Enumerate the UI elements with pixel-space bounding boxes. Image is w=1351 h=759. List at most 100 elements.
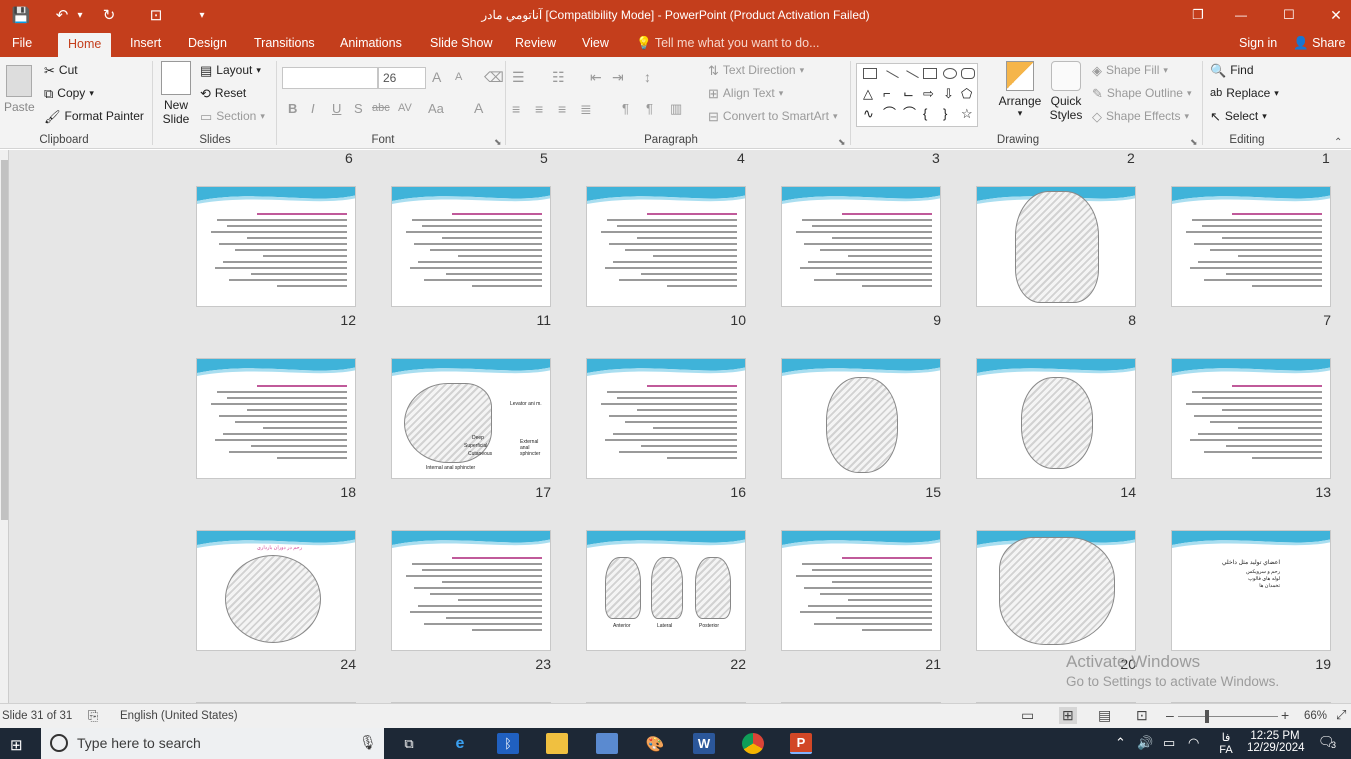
start-slideshow-icon[interactable]: ⊡ [145,4,167,26]
slide-sorter-view-icon[interactable]: ⊞ [1059,707,1077,724]
clock[interactable]: 12:25 PM 12/29/2024 [1247,730,1305,754]
windows-start-icon[interactable]: ⊞ [10,736,23,754]
slide-thumbnail[interactable] [781,358,941,479]
paragraph-dialog-launcher-icon[interactable]: ⬊ [838,137,846,148]
numbering-icon[interactable]: ☷ [552,69,565,86]
zoom-slider-track[interactable] [1178,716,1278,717]
undo-dropdown-icon[interactable]: ▾ [74,4,86,26]
brace-right-shape-icon[interactable]: } [943,107,957,120]
redo-icon[interactable]: ↻ [99,4,119,26]
font-dialog-launcher-icon[interactable]: ⬊ [494,137,502,148]
rounded-rectangle-shape-icon[interactable] [961,68,975,79]
slide-thumbnail[interactable] [976,530,1136,651]
arrow-shape-icon[interactable] [901,70,919,87]
bluetooth-icon[interactable]: ᛒ [497,733,519,754]
slide-thumbnail[interactable]: رحم در دوران بارداري [196,530,356,651]
slide-thumbnail[interactable] [1171,358,1331,479]
bullets-icon[interactable]: ☰ [512,69,525,86]
slide-thumbnail[interactable] [391,530,551,651]
wifi-icon[interactable]: ◠ [1188,735,1199,751]
oval-shape-icon[interactable] [943,68,957,79]
rtl-icon[interactable]: ¶ [646,101,653,116]
star-shape-icon[interactable]: ☆ [961,107,975,120]
change-case-button[interactable]: Aa [428,101,444,116]
sign-in-link[interactable]: Sign in [1239,36,1277,50]
tab-home[interactable]: Home [58,33,112,57]
tab-insert[interactable]: Insert [130,36,161,50]
slide-thumbnail[interactable] [586,186,746,307]
input-language[interactable]: فا FA [1218,731,1234,756]
line-spacing-icon[interactable]: ↕ [644,69,651,85]
elbow-arrow-icon[interactable]: ⌙ [903,87,917,100]
underline-button[interactable]: U [332,101,341,116]
paste-button[interactable]: Paste [4,65,35,114]
shape-fill-button[interactable]: ◈ Shape Fill ▾ [1092,63,1168,77]
slide-thumbnail[interactable] [586,358,746,479]
arc-shape-icon[interactable]: ⌒ [883,107,897,120]
tab-animations[interactable]: Animations [340,36,402,50]
clear-formatting-icon[interactable]: ⌫ [484,69,504,86]
slide-thumbnail[interactable] [196,186,356,307]
chrome-icon[interactable] [742,733,764,754]
shadow-button[interactable]: S [354,101,363,116]
align-left-icon[interactable]: ≡ [512,101,520,117]
tab-view[interactable]: View [582,36,609,50]
font-name-box[interactable] [282,67,378,89]
computer-icon[interactable] [596,733,618,754]
slide-thumbnail[interactable] [1171,186,1331,307]
slide-thumbnail[interactable] [781,186,941,307]
drawing-dialog-launcher-icon[interactable]: ⬊ [1190,137,1198,148]
normal-view-icon[interactable]: ▭ [1021,707,1034,724]
layout-button[interactable]: ▤ Layout ▾ [200,63,261,77]
shape-outline-button[interactable]: ✎ Shape Outline ▾ [1092,86,1192,100]
increase-indent-icon[interactable]: ⇥ [612,69,624,86]
ribbon-display-options-icon[interactable]: ❐ [1187,4,1209,26]
pentagon-shape-icon[interactable]: ⬠ [961,87,975,100]
grow-font-button[interactable]: A [432,69,441,85]
shrink-font-button[interactable]: A [455,71,462,83]
justify-icon[interactable]: ≣ [580,101,592,118]
tab-design[interactable]: Design [188,36,227,50]
align-right-icon[interactable]: ≡ [558,101,566,117]
slide-thumbnail[interactable] [196,358,356,479]
slide-thumbnail[interactable] [976,358,1136,479]
cut-button[interactable]: ✂ Cut [44,63,78,77]
shapes-gallery[interactable]: △ ⌐ ⌙ ⇨ ⇩ ⬠ ∿ ⌒ ⌒ { } ☆ [856,63,978,127]
reset-button[interactable]: ⟲ Reset [200,86,246,100]
columns-icon[interactable]: ▥ [670,101,682,117]
show-hidden-icons-icon[interactable]: ⌃ [1115,735,1126,751]
textbox-shape-icon[interactable] [863,68,877,79]
save-icon[interactable]: 💾 [10,4,32,26]
file-explorer-icon[interactable] [546,733,568,754]
tab-slide-show[interactable]: Slide Show [430,36,493,50]
down-arrow-shape-icon[interactable]: ⇩ [943,87,957,100]
tab-review[interactable]: Review [515,36,556,50]
font-color-button[interactable]: A [474,100,483,116]
paint-icon[interactable]: 🎨 [644,733,666,754]
find-button[interactable]: 🔍 Find [1210,63,1254,77]
align-text-button[interactable]: ⊞ Align Text ▾ [708,86,783,100]
microphone-icon[interactable]: 🎙 [359,734,377,751]
convert-smartart-button[interactable]: ⊟ Convert to SmartArt ▾ [708,109,837,123]
shape-effects-button[interactable]: ◇ Shape Effects ▾ [1092,109,1189,123]
powerpoint-icon[interactable]: P [790,733,812,754]
quick-styles-button[interactable]: Quick Styles [1044,61,1088,122]
rectangle-shape-icon[interactable] [923,68,937,79]
replace-button[interactable]: ab Replace ▾ [1210,86,1279,100]
ltr-icon[interactable]: ¶ [622,101,629,116]
format-painter-button[interactable]: 🖌 Format Painter [44,109,144,123]
select-button[interactable]: ↖ Select ▾ [1210,109,1267,123]
tell-me-search[interactable]: 💡 Tell me what you want to do... [636,36,820,51]
right-arrow-shape-icon[interactable]: ⇨ [923,87,937,100]
taskbar-search-box[interactable]: Type here to search 🎙 [41,728,384,759]
slide-thumbnail[interactable] [391,186,551,307]
slide-thumbnail[interactable] [976,186,1136,307]
reading-view-icon[interactable]: ▤ [1098,707,1111,724]
edge-browser-icon[interactable]: e [449,733,471,754]
strikethrough-button[interactable]: abc [372,102,390,114]
triangle-shape-icon[interactable]: △ [863,87,877,100]
tab-transitions[interactable]: Transitions [254,36,315,50]
slide-thumbnail[interactable]: Levator ani m. Deep Superficial Cutaneou… [391,358,551,479]
slideshow-view-icon[interactable]: ⊡ [1136,707,1148,724]
italic-button[interactable]: I [311,101,315,116]
